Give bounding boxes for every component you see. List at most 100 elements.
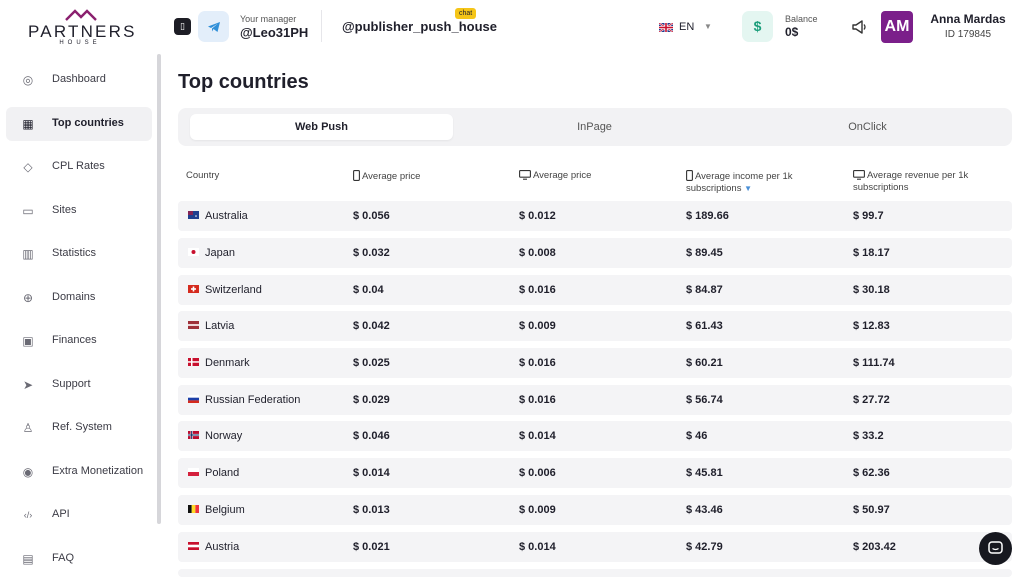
country-name: Russian Federation [205, 394, 301, 406]
tag-icon: ◇ [23, 160, 33, 174]
mobile-price-cell: $ 0.04 [353, 284, 384, 296]
desktop-price-cell: $ 0.008 [519, 247, 556, 259]
table-row[interactable]: Austria $ 0.021 $ 0.014 $ 42.79 $ 203.42 [178, 532, 1012, 562]
user-id: ID 179845 [944, 29, 992, 40]
column-header-desktop-revenue[interactable]: Average revenue per 1k subscriptions [853, 170, 1003, 194]
country-name: Australia [205, 210, 248, 222]
mobile-income-cell: $ 43.46 [686, 504, 723, 516]
desktop-icon [853, 170, 865, 180]
sidebar-item-label: Finances [52, 334, 97, 346]
latvia-flag-icon [188, 321, 199, 329]
sidebar-item-label: Statistics [52, 247, 97, 259]
wallet-icon: ▣ [22, 334, 34, 348]
sidebar-item-cpl-rates[interactable]: ◇ CPL Rates [6, 150, 152, 184]
column-header-label: Average income per 1k subscriptions [686, 171, 793, 194]
table-row[interactable]: Poland $ 0.014 $ 0.006 $ 45.81 $ 62.36 [178, 458, 1012, 488]
mobile-price-cell: $ 0.046 [353, 430, 390, 442]
house-roof-icon [65, 9, 97, 21]
table-row[interactable]: Norway $ 0.046 $ 0.014 $ 46 $ 33.2 [178, 421, 1012, 451]
desktop-price-cell: $ 0.016 [519, 394, 556, 406]
send-icon: ➤ [22, 378, 34, 392]
mobile-income-cell: $ 61.43 [686, 320, 723, 332]
sidebar-item-sites[interactable]: ▭ Sites [6, 194, 152, 228]
support-chat-button[interactable] [979, 532, 1012, 565]
traffic-type-tabs: Web Push InPage OnClick [178, 108, 1012, 146]
sidebar-scrollbar[interactable] [157, 54, 161, 524]
table-row[interactable]: Denmark $ 0.025 $ 0.016 $ 60.21 $ 111.74 [178, 348, 1012, 378]
chevron-down-icon[interactable]: ▼ [704, 22, 712, 31]
mobile-icon [353, 170, 360, 181]
sidebar-item-support[interactable]: ➤ Support [6, 368, 152, 402]
column-header-country[interactable]: Country [186, 170, 219, 182]
user-name[interactable]: Anna Mardas [922, 12, 1014, 26]
table-row[interactable]: Belgium $ 0.013 $ 0.009 $ 43.46 $ 50.97 [178, 495, 1012, 525]
table-row[interactable]: Latvia $ 0.042 $ 0.009 $ 61.43 $ 12.83 [178, 311, 1012, 341]
desktop-price-cell: $ 0.009 [519, 320, 556, 332]
tab-web-push[interactable]: Web Push [190, 114, 453, 140]
column-header-desktop-price[interactable]: Average price [519, 170, 591, 182]
chat-badge: chat [455, 8, 477, 19]
table-row[interactable] [178, 569, 1012, 577]
desktop-revenue-cell: $ 62.36 [853, 467, 890, 479]
sidebar-item-api[interactable]: ‹/› API [6, 498, 152, 532]
sidebar-item-ref-system[interactable]: ♙ Ref. System [6, 411, 152, 445]
publisher-chat-link[interactable]: @publisher_push_house [342, 19, 497, 34]
sidebar-item-dashboard[interactable]: ◎ Dashboard [6, 63, 152, 97]
column-header-mobile-income[interactable]: Average income per 1k subscriptions ▼ [686, 170, 826, 195]
country-cell: Switzerland [188, 275, 262, 305]
sidebar-item-label: CPL Rates [52, 160, 105, 172]
table-row[interactable]: Japan $ 0.032 $ 0.008 $ 89.45 $ 18.17 [178, 238, 1012, 268]
country-name: Belgium [205, 504, 245, 516]
mobile-price-cell: $ 0.025 [353, 357, 390, 369]
location-pin-icon: ◎ [22, 73, 34, 87]
australia-flag-icon [188, 211, 199, 219]
code-icon: ‹/› [23, 510, 33, 520]
mobile-price-cell: $ 0.021 [353, 541, 390, 553]
desktop-revenue-cell: $ 30.18 [853, 284, 890, 296]
grid-icon: ▦ [22, 117, 34, 131]
user-icon: ♙ [22, 421, 34, 435]
tab-inpage[interactable]: InPage [463, 114, 726, 140]
sidebar-item-finances[interactable]: ▣ Finances [6, 324, 152, 358]
sort-down-icon[interactable]: ▼ [744, 184, 752, 193]
sidebar-item-label: API [52, 508, 70, 520]
avatar[interactable]: AM [881, 11, 913, 43]
manager-name[interactable]: @Leo31PH [240, 25, 308, 40]
country-cell: Japan [188, 238, 235, 268]
table-row[interactable]: Australia $ 0.056 $ 0.012 $ 189.66 $ 99.… [178, 201, 1012, 231]
table-row[interactable]: Switzerland $ 0.04 $ 0.016 $ 84.87 $ 30.… [178, 275, 1012, 305]
desktop-revenue-cell: $ 27.72 [853, 394, 890, 406]
tab-onclick[interactable]: OnClick [736, 114, 999, 140]
austria-flag-icon [188, 542, 199, 550]
russia-flag-icon [188, 395, 199, 403]
sidebar-item-statistics[interactable]: ▥ Statistics [6, 237, 152, 271]
sidebar-item-label: Dashboard [52, 73, 106, 85]
country-cell: Russian Federation [188, 385, 300, 415]
sidebar-item-extra-monetization[interactable]: ◉ Extra Monetization [6, 455, 152, 489]
header-divider [321, 10, 322, 42]
sidebar-item-top-countries[interactable]: ▦ Top countries [6, 107, 152, 141]
logo-subtitle: HOUSE [59, 40, 101, 46]
desktop-icon [519, 170, 531, 180]
megaphone-icon[interactable] [850, 18, 868, 36]
table-row[interactable]: Russian Federation $ 0.029 $ 0.016 $ 56.… [178, 385, 1012, 415]
desktop-price-cell: $ 0.016 [519, 357, 556, 369]
partners-house-logo[interactable]: PARTNERS HOUSE [28, 8, 134, 48]
desktop-revenue-cell: $ 50.97 [853, 504, 890, 516]
mobile-income-cell: $ 60.21 [686, 357, 723, 369]
chat-icon: ▤ [22, 552, 34, 566]
page-title: Top countries [178, 71, 309, 93]
language-selector[interactable]: EN [679, 21, 694, 33]
country-name: Denmark [205, 357, 250, 369]
phone-icon[interactable]: ▯ [174, 18, 191, 35]
belgium-flag-icon [188, 505, 199, 513]
country-name: Poland [205, 467, 240, 479]
mobile-income-cell: $ 89.45 [686, 247, 723, 259]
telegram-icon[interactable] [198, 11, 229, 42]
column-header-mobile-price[interactable]: Average price [353, 170, 420, 183]
sidebar-item-faq[interactable]: ▤ FAQ [6, 542, 152, 576]
country-cell: Australia [188, 201, 248, 231]
uk-flag-icon [659, 23, 673, 32]
mobile-income-cell: $ 45.81 [686, 467, 723, 479]
sidebar-item-domains[interactable]: ⊕ Domains [6, 281, 152, 315]
